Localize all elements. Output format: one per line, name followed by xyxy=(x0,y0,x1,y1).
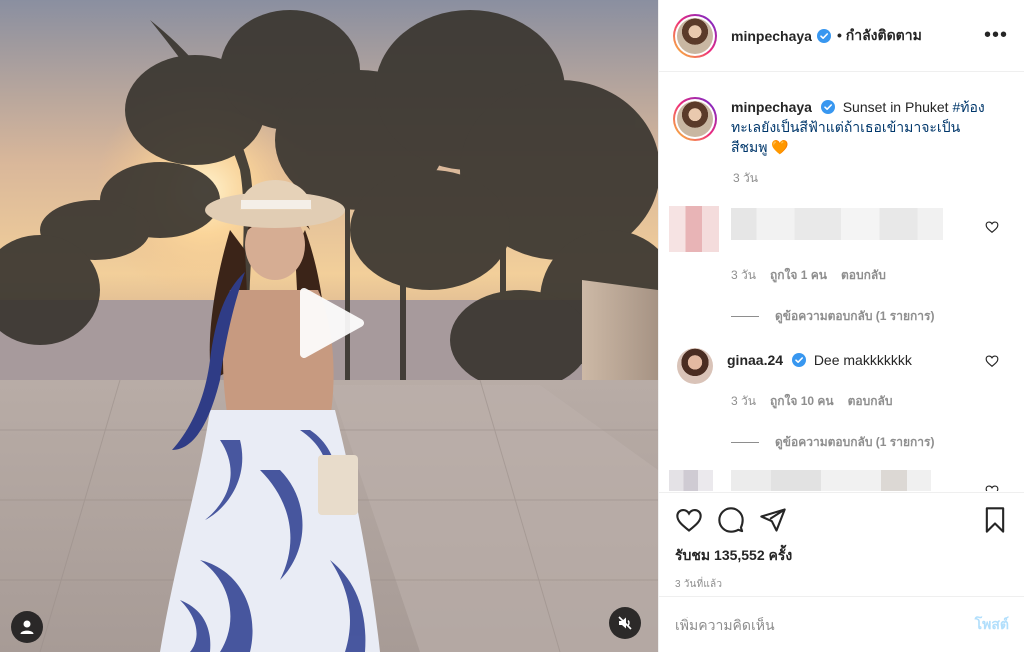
caption-username[interactable]: minpechaya xyxy=(731,99,812,115)
caption-text: Sunset in Phuket xyxy=(842,99,949,115)
comment-likes[interactable]: ถูกใจ 1 คน xyxy=(770,266,827,285)
add-comment-bar: โพสต์ xyxy=(659,596,1024,652)
verified-badge-icon xyxy=(791,353,806,367)
comment-item: ginaa.24 Dee makkkkkkk xyxy=(659,348,1024,384)
view-replies-button[interactable]: ดูข้อความตอบกลับ (1 รายการ) xyxy=(731,433,1024,452)
like-comment-heart-icon[interactable] xyxy=(985,354,999,368)
view-replies-label: ดูข้อความตอบกลับ (1 รายการ) xyxy=(775,309,935,323)
verified-badge-icon xyxy=(816,28,831,43)
post-timestamp[interactable]: 3 วันที่แล้ว xyxy=(659,567,1024,592)
instagram-post: minpechaya • กำลังติดตาม ••• minpechaya xyxy=(0,0,1024,652)
comment-meta: 3 วัน ถูกใจ 10 คน ตอบกลับ xyxy=(731,392,1024,411)
reply-button[interactable]: ตอบกลับ xyxy=(848,392,893,411)
commenter-username[interactable]: ginaa.24 xyxy=(727,352,783,368)
comment-meta: 3 วัน ถูกใจ 1 คน ตอบกลับ xyxy=(731,266,1024,285)
author-username[interactable]: minpechaya xyxy=(731,28,812,44)
comment-time[interactable]: 3 วัน xyxy=(731,392,756,411)
like-comment-heart-icon[interactable] xyxy=(985,484,999,491)
comment-likes[interactable]: ถูกใจ 10 คน xyxy=(770,392,834,411)
tagged-users-button[interactable] xyxy=(11,611,43,643)
verified-badge-icon xyxy=(820,100,835,114)
replies-line-divider xyxy=(731,442,759,443)
commenter-avatar[interactable] xyxy=(677,348,713,384)
post-actions: รับชม 135,552 ครั้ง 3 วันที่แล้ว xyxy=(659,492,1024,592)
commenter-avatar-blurred[interactable] xyxy=(669,206,719,252)
replies-line-divider xyxy=(731,316,759,317)
comment-input[interactable] xyxy=(675,616,975,633)
caption-author-avatar[interactable] xyxy=(673,97,717,141)
comment-item xyxy=(659,206,1024,252)
view-replies-label: ดูข้อความตอบกลับ (1 รายการ) xyxy=(775,435,935,449)
play-button[interactable] xyxy=(296,286,366,360)
save-bookmark-icon[interactable] xyxy=(981,506,1009,534)
user-icon xyxy=(20,620,34,634)
author-avatar[interactable] xyxy=(673,13,717,58)
post-caption: minpechaya Sunset in Phuket #ท้องทะเลยัง… xyxy=(659,73,1024,157)
avatar-image xyxy=(677,17,713,54)
comment-text: Dee makkkkkkk xyxy=(813,352,912,368)
blurred-comment-text xyxy=(731,470,931,491)
view-count[interactable]: รับชม 135,552 ครั้ง xyxy=(659,535,1024,567)
comment-item xyxy=(659,470,1024,491)
caption-time[interactable]: 3 วัน xyxy=(733,169,1024,188)
like-heart-icon[interactable] xyxy=(675,506,703,534)
comments-list[interactable]: minpechaya Sunset in Phuket #ท้องทะเลยัง… xyxy=(659,73,1024,491)
share-paper-plane-icon[interactable] xyxy=(759,506,787,534)
post-header: minpechaya • กำลังติดตาม ••• xyxy=(659,0,1024,72)
commenter-avatar-blurred[interactable] xyxy=(669,470,713,491)
post-video[interactable] xyxy=(0,0,658,652)
comment-bubble-icon[interactable] xyxy=(717,506,745,534)
blurred-comment-text xyxy=(731,208,943,240)
post-details-panel: minpechaya • กำลังติดตาม ••• minpechaya xyxy=(658,0,1024,652)
comment-time[interactable]: 3 วัน xyxy=(731,266,756,285)
post-comment-button[interactable]: โพสต์ xyxy=(975,614,1009,636)
more-options-button[interactable]: ••• xyxy=(984,24,1008,47)
like-comment-heart-icon[interactable] xyxy=(985,220,999,234)
play-icon xyxy=(300,288,364,358)
avatar-image xyxy=(677,101,713,137)
reply-button[interactable]: ตอบกลับ xyxy=(841,266,886,285)
mute-toggle-button[interactable] xyxy=(609,607,641,639)
speaker-muted-icon xyxy=(618,616,632,630)
orange-heart-emoji: 🧡 xyxy=(771,139,789,155)
following-status[interactable]: • กำลังติดตาม xyxy=(837,25,922,47)
view-replies-button[interactable]: ดูข้อความตอบกลับ (1 รายการ) xyxy=(731,307,1024,326)
